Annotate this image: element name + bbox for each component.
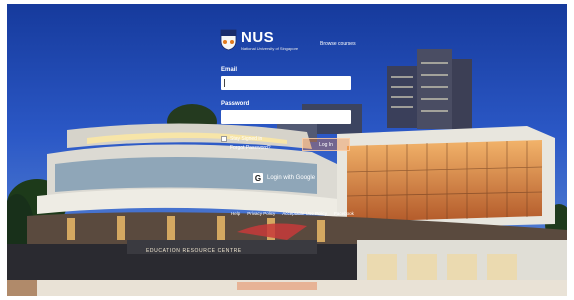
nus-logo: NUS National University of Singapore [220, 26, 298, 54]
building-sign: EDUCATION RESOURCE CENTRE [146, 248, 242, 254]
stay-signed-in-row: Stay Signed in Forgot Password? [221, 135, 275, 153]
footer-link-help[interactable]: Help [231, 211, 240, 216]
footer-link-facebook[interactable]: Facebook [334, 211, 354, 216]
footer-links: Help Privacy Policy Acceptable Use Polic… [231, 211, 354, 216]
footer-link-privacy[interactable]: Privacy Policy [247, 211, 275, 216]
footer-link-acceptable-use[interactable]: Acceptable Use Policy [282, 211, 327, 216]
email-label: Email [221, 67, 238, 73]
login-button[interactable]: Log In [302, 138, 350, 151]
brand-name: NUS [241, 28, 275, 46]
password-field[interactable] [221, 110, 351, 124]
google-login-button[interactable]: G Login with Google [253, 173, 315, 183]
stay-signed-in-checkbox[interactable] [221, 136, 227, 142]
nus-crest-icon [220, 29, 237, 51]
password-label: Password [221, 101, 250, 107]
brand-subtitle: National University of Singapore [241, 45, 299, 51]
google-login-label: Login with Google [267, 175, 316, 181]
email-field[interactable] [221, 76, 351, 90]
stay-signed-in-label[interactable]: Stay Signed in Forgot Password? [230, 135, 275, 153]
google-icon: G [253, 173, 263, 183]
browse-courses-link[interactable]: Browse courses [320, 41, 356, 47]
text-caret [224, 79, 225, 87]
login-page: NUS National University of Singapore Bro… [7, 4, 567, 296]
